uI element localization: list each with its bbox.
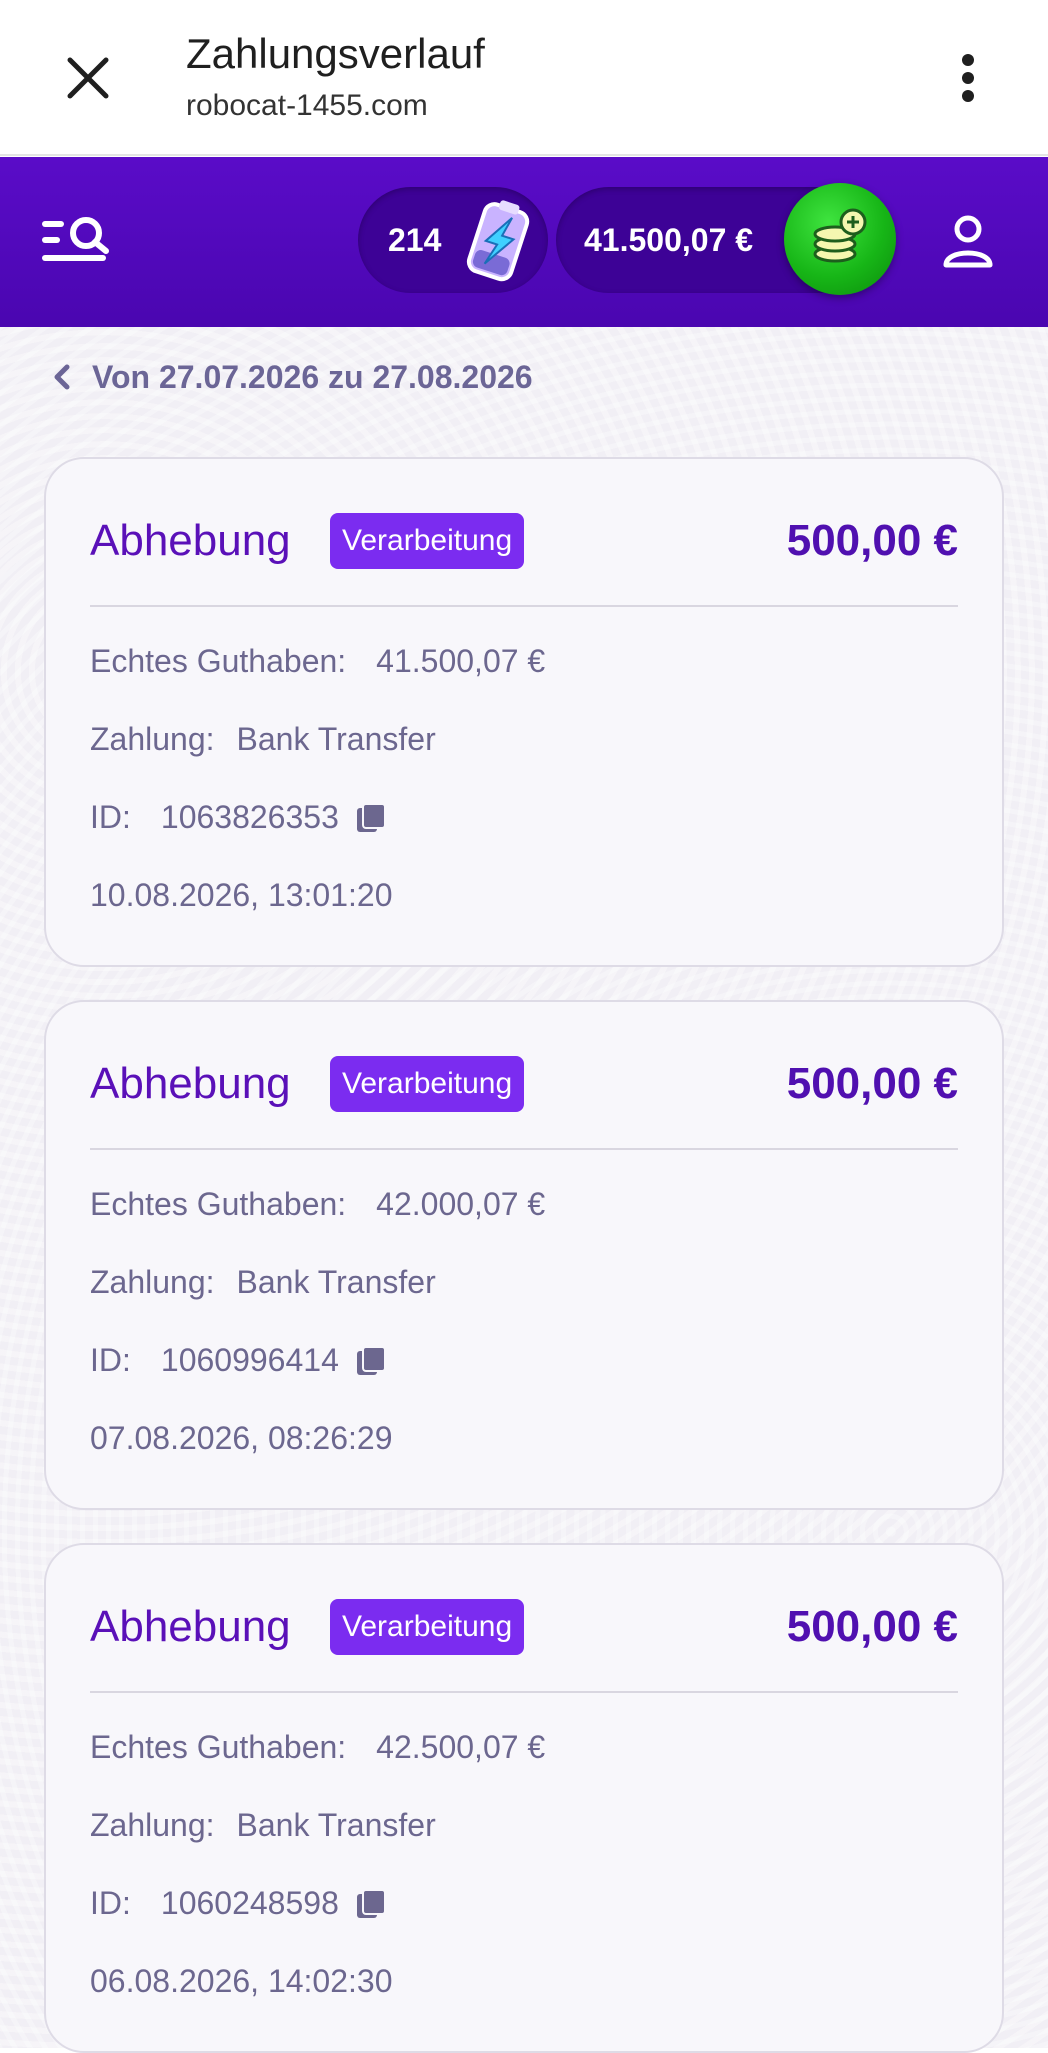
transaction-card: Abhebung Verarbeitung 500,00 € Echtes Gu… [44,1000,1004,1510]
payment-label: Zahlung: [90,721,215,757]
transaction-header: Abhebung Verarbeitung 500,00 € [90,1597,958,1657]
payment-history-content: Von 27.07.2026 zu 27.08.2026 Abhebung Ve… [0,327,1048,2053]
status-badge: Verarbeitung [330,1599,525,1655]
kebab-menu-icon [962,54,974,102]
transaction-amount: 500,00 € [786,1602,958,1651]
divider [90,1148,958,1150]
payment-value: Bank Transfer [236,1807,436,1843]
payment-row: Zahlung: Bank Transfer [90,717,436,761]
id-value: 1063826353 [160,799,339,835]
id-value: 1060248598 [160,1885,339,1921]
energy-count: 214 [388,222,442,258]
copy-icon[interactable] [355,1344,387,1376]
more-options-button[interactable] [928,38,1008,118]
balance-value: 41.500,07 € [376,643,546,679]
payment-row: Zahlung: Bank Transfer [90,1260,436,1304]
balance-amount: 41.500,07 € [584,222,754,258]
profile-button[interactable] [932,205,1004,277]
browser-title-block: Zahlungsverlauf robocat-1455.com [186,26,485,128]
status-badge: Verarbeitung [330,513,525,569]
balance-label: Echtes Guthaben: [90,1186,347,1222]
deposit-button[interactable] [784,183,896,295]
id-value: 1060996414 [160,1342,339,1378]
divider [90,605,958,607]
browser-toolbar: Zahlungsverlauf robocat-1455.com [0,0,1048,156]
transaction-type: Abhebung [90,1059,291,1108]
close-button[interactable] [48,38,128,118]
balance-value: 42.000,07 € [376,1186,546,1222]
balance-row: Echtes Guthaben: 42.500,07 € [90,1725,545,1769]
payment-label: Zahlung: [90,1807,215,1843]
id-row: ID: 1063826353 [90,795,387,839]
coin-stack-plus-icon [813,208,867,263]
id-label: ID: [90,1885,131,1921]
id-row: ID: 1060996414 [90,1338,387,1382]
transaction-datetime: 06.08.2026, 14:02:30 [90,1963,393,1999]
date-range-label: Von 27.07.2026 zu 27.08.2026 [92,358,533,395]
date-range-filter[interactable]: Von 27.07.2026 zu 27.08.2026 [48,345,533,409]
app-header: 214 41.500,07 € [0,157,1048,327]
close-icon [67,57,109,99]
balance-label: Echtes Guthaben: [90,1729,347,1765]
transaction-amount: 500,00 € [786,1059,958,1108]
payment-value: Bank Transfer [236,721,436,757]
transaction-header: Abhebung Verarbeitung 500,00 € [90,511,958,571]
divider [90,1691,958,1693]
id-label: ID: [90,1342,131,1378]
page-url: robocat-1455.com [186,89,428,122]
balance-label: Echtes Guthaben: [90,643,347,679]
transaction-type: Abhebung [90,516,291,565]
user-icon [943,215,993,268]
transaction-type: Abhebung [90,1602,291,1651]
id-row: ID: 1060248598 [90,1881,387,1925]
chevron-left-icon [48,363,76,391]
energy-counter[interactable]: 214 [358,187,548,293]
transaction-datetime: 10.08.2026, 13:01:20 [90,877,393,913]
balance-value: 42.500,07 € [376,1729,546,1765]
transaction-amount: 500,00 € [786,516,958,565]
balance-row: Echtes Guthaben: 42.000,07 € [90,1182,545,1226]
id-label: ID: [90,799,131,835]
payment-label: Zahlung: [90,1264,215,1300]
payment-row: Zahlung: Bank Transfer [90,1803,436,1847]
payment-value: Bank Transfer [236,1264,436,1300]
copy-icon[interactable] [355,1887,387,1919]
page-title: Zahlungsverlauf [186,30,485,77]
balance-row: Echtes Guthaben: 41.500,07 € [90,639,545,683]
transaction-card: Abhebung Verarbeitung 500,00 € Echtes Gu… [44,1543,1004,2053]
transaction-card: Abhebung Verarbeitung 500,00 € Echtes Gu… [44,457,1004,967]
transaction-datetime: 07.08.2026, 08:26:29 [90,1420,393,1456]
menu-search-button[interactable] [36,207,116,277]
status-badge: Verarbeitung [330,1056,525,1112]
transaction-header: Abhebung Verarbeitung 500,00 € [90,1054,958,1114]
copy-icon[interactable] [355,801,387,833]
menu-search-icon [42,217,109,261]
battery-bolt-icon [466,200,530,282]
